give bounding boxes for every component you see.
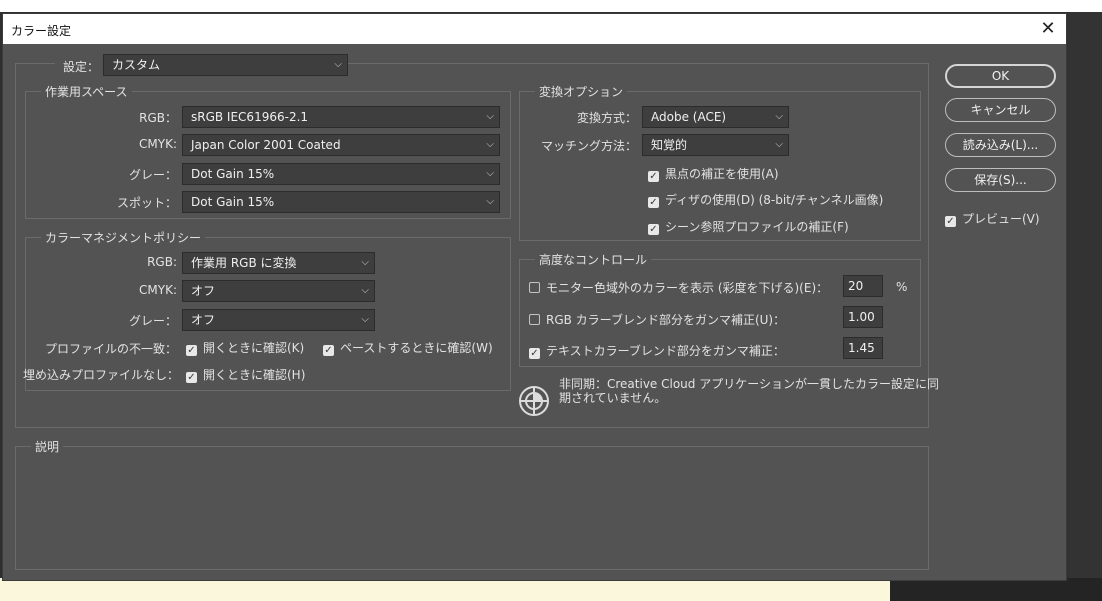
- black-point-checkbox[interactable]: ✓ 黒点の補正を使用(A): [648, 165, 779, 182]
- scene-referred-checkbox[interactable]: ✓ シーン参照プロファイルの補正(F): [648, 218, 849, 235]
- window-title: カラー設定: [11, 24, 72, 38]
- desaturate-checkbox[interactable]: モニター色域外のカラーを表示 (彩度を下げる)(E)：: [529, 279, 828, 296]
- preview-checkbox[interactable]: ✓ プレビュー(V): [945, 210, 1040, 227]
- scene-referred-text: シーン参照プロファイルの補正(F): [665, 220, 849, 234]
- cm-rgb-value: 作業用 RGB に変換: [191, 256, 297, 270]
- profile-mismatch-label: プロファイルの不一致：: [44, 342, 177, 356]
- description-group: [15, 446, 929, 570]
- settings-value: カスタム: [112, 58, 161, 72]
- ws-cmyk-value: Japan Color 2001 Coated: [191, 138, 341, 152]
- intent-value: 知覚的: [651, 138, 688, 152]
- cm-cmyk-label: CMYK:: [139, 283, 177, 297]
- blend-rgb-checkbox[interactable]: RGB カラーブレンド部分をガンマ補正(U)：: [529, 311, 785, 328]
- black-point-text: 黒点の補正を使用(A): [665, 167, 779, 181]
- ws-spot-select[interactable]: Dot Gain 15% ⌵: [182, 191, 500, 213]
- working-spaces-legend: 作業用スペース: [41, 83, 132, 100]
- chevron-down-icon: ⌵: [361, 285, 369, 296]
- ws-gray-label: グレー：: [128, 168, 177, 182]
- chevron-down-icon: ⌵: [486, 168, 494, 179]
- chevron-down-icon: ⌵: [775, 139, 783, 150]
- save-button[interactable]: 保存(S)...: [945, 168, 1056, 192]
- checkmark-icon: ✓: [529, 348, 540, 359]
- chevron-down-icon: ⌵: [334, 59, 342, 70]
- blend-rgb-input[interactable]: 1.00: [843, 306, 883, 328]
- preview-text: プレビュー(V): [962, 212, 1040, 226]
- background-top: [0, 0, 1102, 12]
- checkbox-empty-icon: [529, 282, 540, 293]
- ws-gray-value: Dot Gain 15%: [191, 167, 275, 181]
- sync-status-icon: [519, 386, 549, 416]
- mismatch-open-checkbox[interactable]: ✓ 開くときに確認(K): [186, 339, 304, 356]
- background-document: [0, 578, 890, 601]
- checkmark-icon: ✓: [323, 345, 334, 356]
- load-button[interactable]: 読み込み(L)...: [945, 133, 1056, 157]
- desaturate-input[interactable]: 20: [843, 275, 883, 297]
- color-management-legend: カラーマネジメントポリシー: [41, 229, 206, 246]
- ws-spot-label: スポット：: [116, 196, 177, 210]
- checkmark-icon: ✓: [186, 345, 197, 356]
- desaturate-unit: %: [896, 280, 908, 294]
- title-bar: カラー設定 ✕: [3, 14, 1066, 44]
- dither-text: ディザの使用(D) (8-bit/チャンネル画像): [665, 193, 884, 207]
- mismatch-paste-checkbox[interactable]: ✓ ペーストするときに確認(W): [323, 339, 493, 356]
- settings-label-wrap: 設定：: [55, 56, 104, 78]
- sync-line-2: 期されていません。: [559, 391, 667, 405]
- engine-select[interactable]: Adobe (ACE) ⌵: [642, 106, 789, 128]
- cm-gray-select[interactable]: オフ ⌵: [182, 309, 375, 331]
- cm-cmyk-select[interactable]: オフ ⌵: [182, 280, 375, 302]
- advanced-legend: 高度なコントロール: [535, 251, 652, 268]
- mismatch-paste-text: ペーストするときに確認(W): [340, 341, 493, 355]
- cm-rgb-select[interactable]: 作業用 RGB に変換 ⌵: [182, 252, 375, 274]
- sync-line-1: 非同期：Creative Cloud アプリケーションが一貫したカラー設定に同: [559, 377, 939, 391]
- chevron-down-icon: ⌵: [361, 257, 369, 268]
- description-legend: 説明: [31, 438, 64, 455]
- background-right: [1068, 12, 1102, 582]
- chevron-down-icon: ⌵: [486, 111, 494, 122]
- chevron-down-icon: ⌵: [486, 196, 494, 207]
- background-workspace: [890, 578, 1102, 601]
- ws-gray-select[interactable]: Dot Gain 15% ⌵: [182, 163, 500, 185]
- settings-label: 設定：: [63, 60, 100, 74]
- cm-gray-value: オフ: [191, 313, 216, 327]
- checkbox-empty-icon: [529, 314, 540, 325]
- missing-profile-label: 埋め込みプロファイルなし：: [23, 368, 180, 382]
- blend-rgb-text: RGB カラーブレンド部分をガンマ補正(U)：: [546, 313, 786, 327]
- sync-message: 非同期：Creative Cloud アプリケーションが一貫したカラー設定に同 …: [559, 377, 939, 405]
- checkmark-icon: ✓: [648, 224, 659, 235]
- engine-label: 変換方式：: [576, 111, 637, 125]
- checkmark-icon: ✓: [186, 372, 197, 383]
- missing-open-text: 開くときに確認(H): [203, 368, 306, 382]
- close-icon[interactable]: ✕: [1036, 17, 1060, 41]
- ws-spot-value: Dot Gain 15%: [191, 195, 275, 209]
- ws-rgb-value: sRGB IEC61966-2.1: [191, 110, 309, 124]
- blend-text-checkbox[interactable]: ✓ テキストカラーブレンド部分をガンマ補正：: [529, 342, 785, 359]
- ws-rgb-label: RGB：: [139, 111, 177, 125]
- cm-gray-label: グレー：: [128, 314, 177, 328]
- desaturate-text: モニター色域外のカラーを表示 (彩度を下げる)(E)：: [546, 281, 829, 295]
- color-settings-dialog: カラー設定 ✕ 設定： カスタム ⌵ 作業用スペース RGB： sRGB IEC…: [2, 13, 1067, 581]
- checkmark-icon: ✓: [648, 197, 659, 208]
- intent-label: マッチング方法：: [540, 139, 637, 153]
- ok-button[interactable]: OK: [945, 64, 1056, 88]
- ws-cmyk-select[interactable]: Japan Color 2001 Coated ⌵: [182, 134, 500, 156]
- cm-rgb-label: RGB:: [147, 255, 177, 269]
- dither-checkbox[interactable]: ✓ ディザの使用(D) (8-bit/チャンネル画像): [648, 191, 883, 208]
- cm-cmyk-value: オフ: [191, 284, 216, 298]
- chevron-down-icon: ⌵: [775, 111, 783, 122]
- intent-select[interactable]: 知覚的 ⌵: [642, 134, 789, 156]
- engine-value: Adobe (ACE): [651, 110, 727, 124]
- ws-rgb-select[interactable]: sRGB IEC61966-2.1 ⌵: [182, 106, 500, 128]
- missing-open-checkbox[interactable]: ✓ 開くときに確認(H): [186, 366, 305, 383]
- blend-text-input[interactable]: 1.45: [843, 337, 883, 359]
- chevron-down-icon: ⌵: [486, 139, 494, 150]
- checkmark-icon: ✓: [945, 216, 956, 227]
- mismatch-open-text: 開くときに確認(K): [203, 341, 305, 355]
- settings-select[interactable]: カスタム ⌵: [103, 54, 348, 76]
- checkmark-icon: ✓: [648, 171, 659, 182]
- cancel-button[interactable]: キャンセル: [945, 98, 1056, 122]
- ws-cmyk-label: CMYK:: [139, 137, 177, 151]
- chevron-down-icon: ⌵: [361, 314, 369, 325]
- conversion-legend: 変換オプション: [535, 83, 628, 100]
- blend-text-text: テキストカラーブレンド部分をガンマ補正：: [546, 344, 785, 358]
